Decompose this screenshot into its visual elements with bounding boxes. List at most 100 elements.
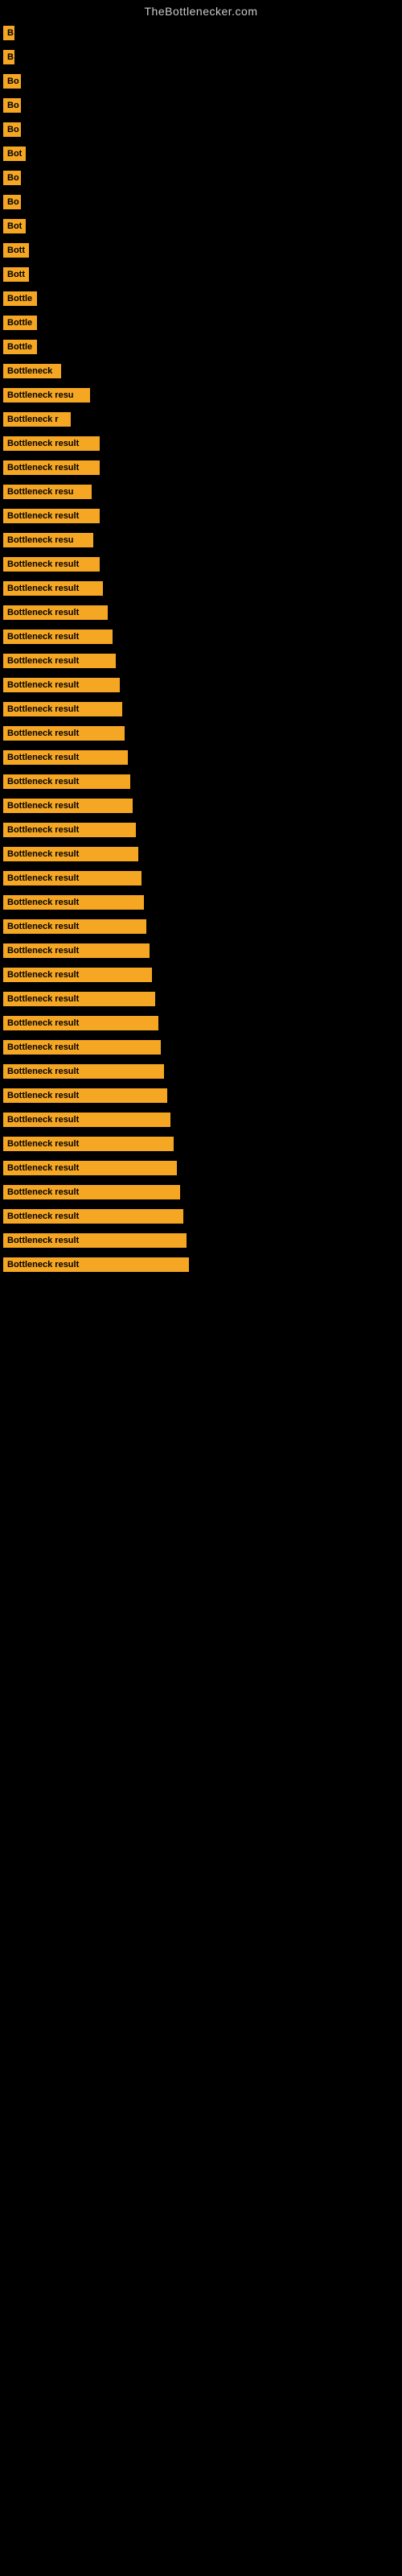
bottleneck-badge: Bottleneck result [3, 1257, 189, 1272]
badge-row: Bottleneck result [0, 1132, 402, 1156]
bottleneck-badge: Bottleneck result [3, 678, 120, 692]
bottleneck-badge: Bottleneck result [3, 799, 133, 813]
bottleneck-badge: Bottleneck result [3, 460, 100, 475]
badge-row: Bottleneck result [0, 1108, 402, 1132]
bottleneck-badge: Bottleneck resu [3, 388, 90, 402]
badge-row: Bottleneck result [0, 1011, 402, 1035]
badge-row: Bot [0, 142, 402, 166]
badge-row: Bottleneck result [0, 431, 402, 456]
bottleneck-badge: Bottleneck result [3, 726, 125, 741]
badge-row: Bo [0, 118, 402, 142]
bottleneck-badge: Bo [3, 98, 21, 113]
badge-row: Bo [0, 93, 402, 118]
badge-row: Bottleneck result [0, 1204, 402, 1228]
badge-row: Bottleneck result [0, 1156, 402, 1180]
bottleneck-badge: Bottle [3, 340, 37, 354]
bottleneck-badge: Bottleneck result [3, 992, 155, 1006]
badge-row: Bottleneck result [0, 939, 402, 963]
badge-row: Bottleneck result [0, 1180, 402, 1204]
bottleneck-badge: Bot [3, 147, 26, 161]
bottleneck-badge: Bottleneck result [3, 605, 108, 620]
badge-row: Bottleneck result [0, 794, 402, 818]
badge-row: Bottleneck result [0, 818, 402, 842]
badge-row: Bottleneck result [0, 721, 402, 745]
bottleneck-badge: Bottleneck result [3, 436, 100, 451]
badge-row: Bott [0, 262, 402, 287]
badge-row: Bottleneck result [0, 601, 402, 625]
badge-row: Bottleneck result [0, 1059, 402, 1084]
bottleneck-badge: Bottleneck result [3, 774, 130, 789]
badge-row: Bottleneck result [0, 1253, 402, 1277]
badge-row: B [0, 45, 402, 69]
badge-row: Bottleneck result [0, 770, 402, 794]
bottleneck-badge: Bottleneck result [3, 750, 128, 765]
badge-row: Bottleneck result [0, 1084, 402, 1108]
bottleneck-badge: Bottleneck resu [3, 533, 93, 547]
badge-row: Bottle [0, 311, 402, 335]
bottleneck-badge: B [3, 50, 14, 64]
bottleneck-badge: B [3, 26, 14, 40]
bottleneck-badge: Bottleneck result [3, 895, 144, 910]
bottleneck-badge: Bottleneck result [3, 1185, 180, 1199]
badge-row: Bottle [0, 335, 402, 359]
bottleneck-badge: Bottleneck result [3, 919, 146, 934]
bottleneck-badge: Bottleneck result [3, 1209, 183, 1224]
bottleneck-badge: Bottleneck result [3, 557, 100, 572]
badge-row: Bottleneck result [0, 914, 402, 939]
badge-row: Bottleneck result [0, 456, 402, 480]
bottleneck-badge: Bottleneck result [3, 1161, 177, 1175]
bottleneck-badge: Bottleneck [3, 364, 61, 378]
bottleneck-badge: Bottleneck r [3, 412, 71, 427]
bottleneck-badge: Bott [3, 267, 29, 282]
badge-row: Bottleneck result [0, 552, 402, 576]
bottleneck-badge: Bottleneck result [3, 1064, 164, 1079]
bottleneck-badge: Bottleneck result [3, 1233, 187, 1248]
bottleneck-badge: Bottleneck result [3, 1088, 167, 1103]
bottleneck-badge: Bo [3, 122, 21, 137]
badge-row: Bottleneck result [0, 745, 402, 770]
bottleneck-badge: Bo [3, 195, 21, 209]
page-wrapper: TheBottlenecker.com BBBoBoBoBotBoBoBotBo… [0, 0, 402, 1277]
bottleneck-badge: Bottleneck result [3, 581, 103, 596]
badge-row: Bo [0, 166, 402, 190]
badge-row: B [0, 21, 402, 45]
bottleneck-badge: Bottleneck result [3, 968, 152, 982]
bottleneck-badge: Bottleneck result [3, 847, 138, 861]
badge-row: Bottleneck result [0, 890, 402, 914]
bottleneck-badge: Bottleneck result [3, 630, 113, 644]
badge-row: Bottleneck result [0, 866, 402, 890]
bottleneck-badge: Bott [3, 243, 29, 258]
badge-row: Bo [0, 190, 402, 214]
bottleneck-badge: Bo [3, 74, 21, 89]
badge-row: Bottleneck result [0, 842, 402, 866]
badge-row: Bottleneck result [0, 1228, 402, 1253]
bottleneck-badge: Bottleneck result [3, 509, 100, 523]
badge-row: Bot [0, 214, 402, 238]
badge-row: Bott [0, 238, 402, 262]
bottleneck-badge: Bottleneck result [3, 1016, 158, 1030]
badge-row: Bottleneck result [0, 697, 402, 721]
badge-row: Bottleneck result [0, 504, 402, 528]
badge-row: Bottleneck r [0, 407, 402, 431]
badge-row: Bottleneck result [0, 576, 402, 601]
bottleneck-badge: Bottleneck result [3, 702, 122, 716]
bottleneck-badge: Bottle [3, 291, 37, 306]
badge-row: Bottle [0, 287, 402, 311]
bottleneck-badge: Bottleneck result [3, 871, 142, 886]
bottleneck-badge: Bottleneck result [3, 823, 136, 837]
badge-row: Bottleneck resu [0, 383, 402, 407]
bottleneck-badge: Bottleneck resu [3, 485, 92, 499]
badge-row: Bottleneck result [0, 987, 402, 1011]
bottleneck-badge: Bottleneck result [3, 1113, 170, 1127]
bottleneck-badge: Bottle [3, 316, 37, 330]
badge-row: Bottleneck resu [0, 480, 402, 504]
bottleneck-badge: Bo [3, 171, 21, 185]
badge-row: Bottleneck [0, 359, 402, 383]
badge-row: Bottleneck result [0, 625, 402, 649]
badge-row: Bottleneck result [0, 1035, 402, 1059]
badge-row: Bo [0, 69, 402, 93]
badge-row: Bottleneck result [0, 673, 402, 697]
badge-row: Bottleneck result [0, 963, 402, 987]
bottleneck-badge: Bottleneck result [3, 1040, 161, 1055]
bottleneck-badge: Bottleneck result [3, 1137, 174, 1151]
